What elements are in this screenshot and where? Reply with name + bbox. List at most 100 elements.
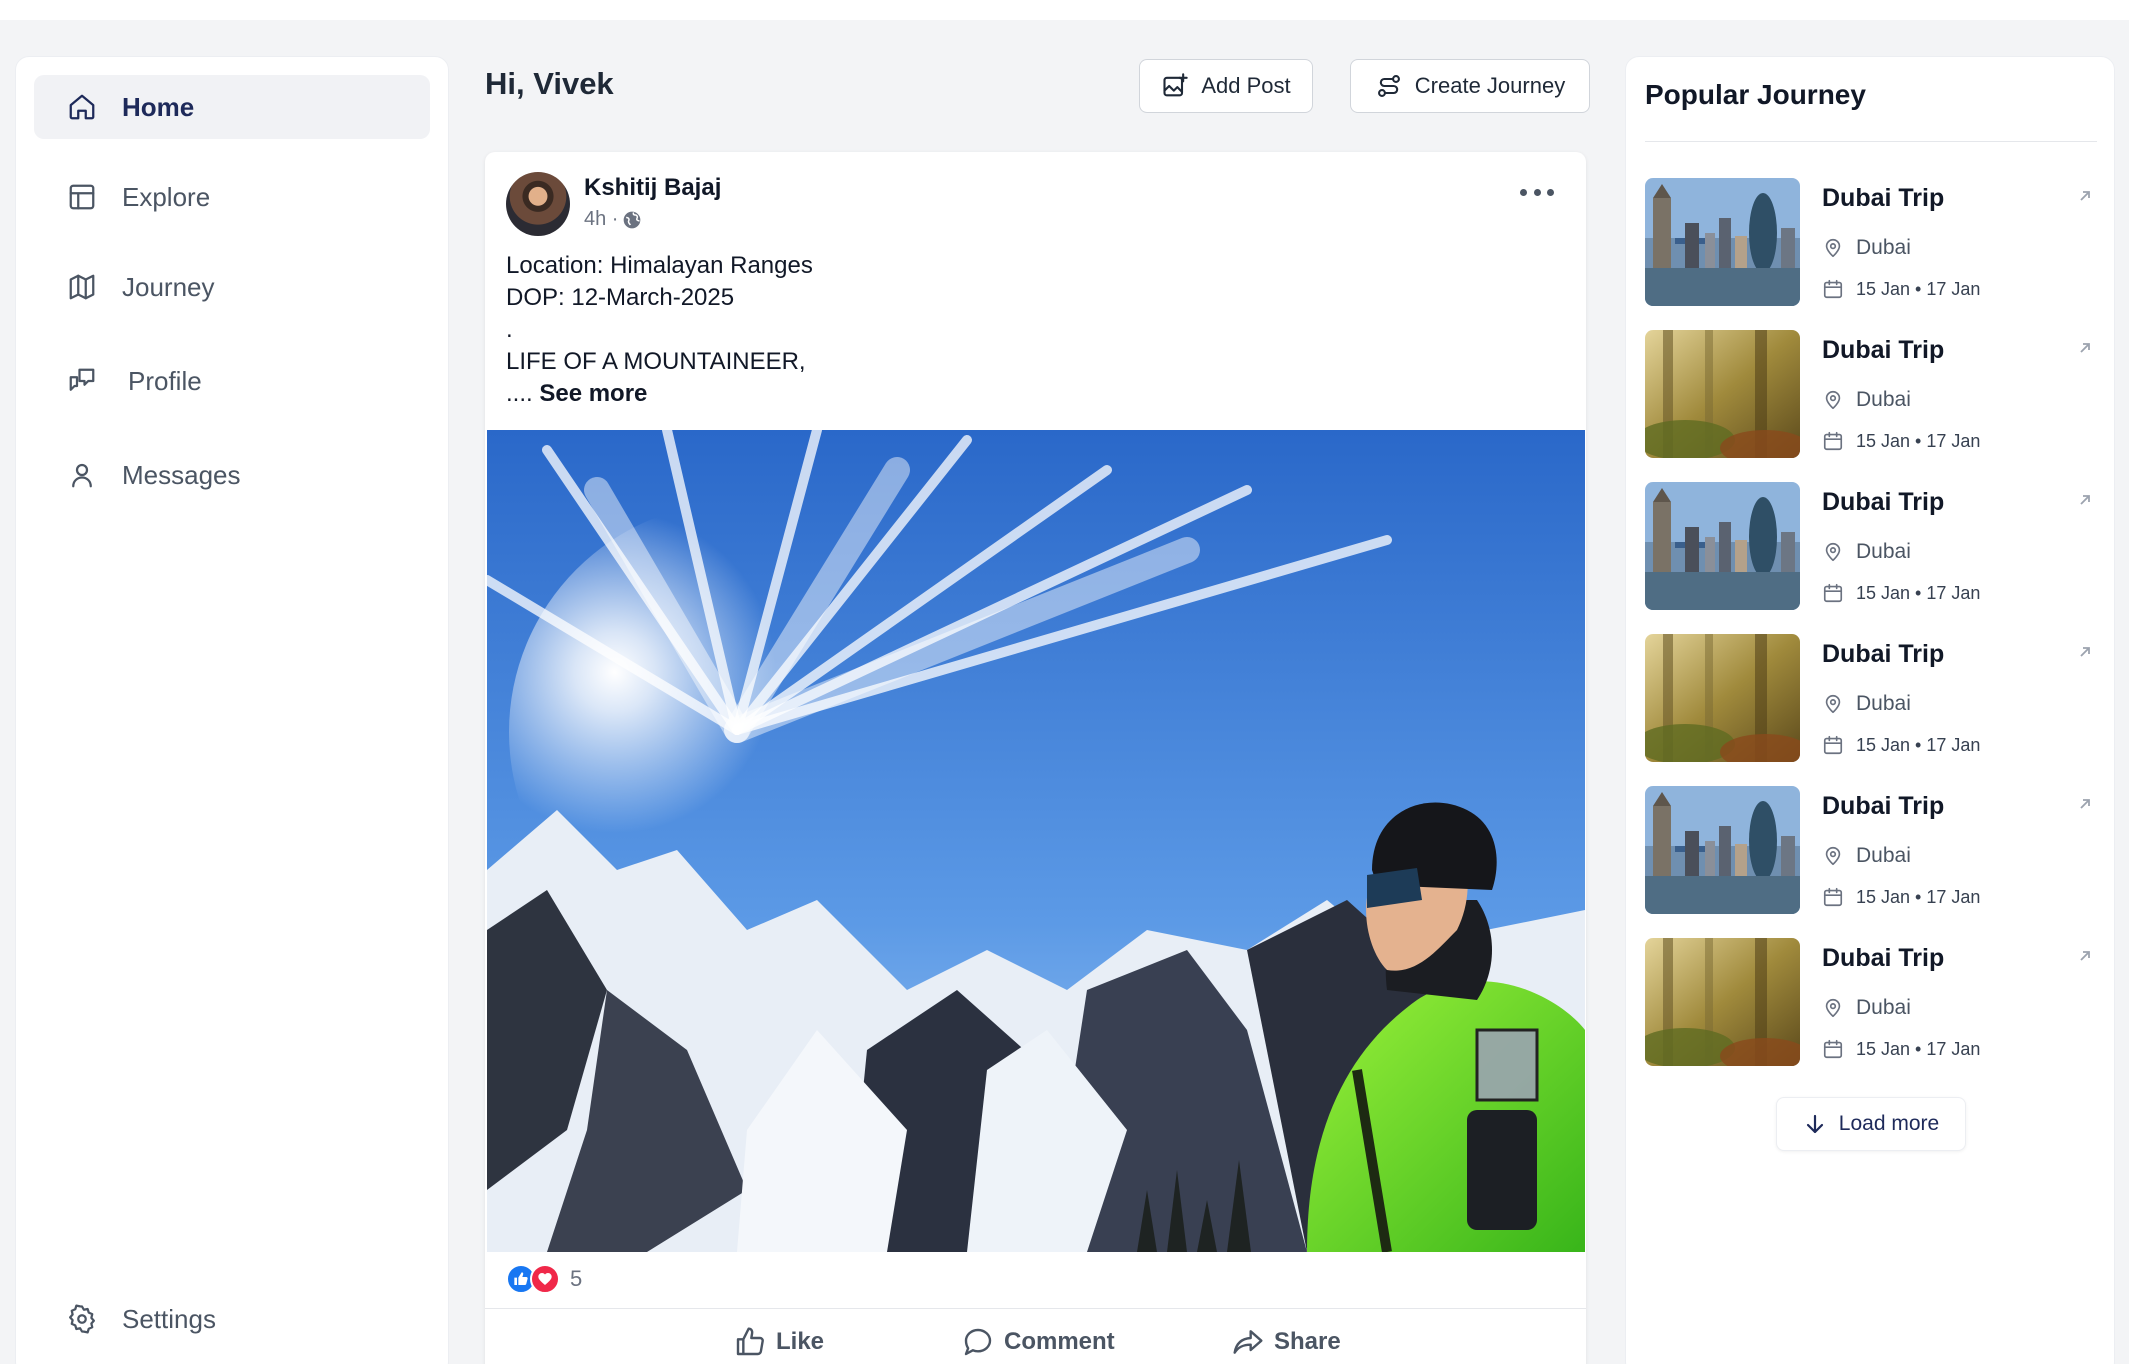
create-journey-button[interactable]: Create Journey [1350,59,1590,113]
like-button[interactable]: Like [734,1322,824,1362]
add-post-label: Add Post [1201,73,1291,98]
post-line: DOP: 12-March-2025 [506,284,735,311]
external-link-icon[interactable] [2077,188,2093,204]
sidebar-item-explore[interactable]: Explore [34,165,430,229]
sidebar-item-label: Messages [122,459,241,490]
external-link-icon[interactable] [2077,340,2093,356]
location-pin-icon [1825,390,1841,410]
journey-dates-text: 15 Jan • 17 Jan [1856,278,1981,299]
like-label: Like [776,1328,825,1355]
post-line: Location: Himalayan Ranges [506,252,813,279]
post-author[interactable]: Kshitij Bajaj [584,174,721,202]
reactions-summary[interactable]: 5 [506,1264,582,1294]
journey-dates-text: 15 Jan • 17 Jan [1856,582,1981,603]
calendar-icon [1823,887,1843,907]
journey-dates-text: 15 Jan • 17 Jan [1856,430,1981,451]
location-pin-icon [1825,846,1841,866]
journey-dates: 15 Jan • 17 Jan [1822,278,1980,300]
load-more-label: Load more [1838,1112,1940,1135]
journey-dates: 15 Jan • 17 Jan [1822,734,1980,756]
journey-thumbnail [1645,330,1800,458]
chat-icon [66,365,98,397]
journey-thumbnail [1645,482,1800,610]
journey-title: Dubai Trip [1822,640,1945,668]
journey-location: Dubai [1822,236,1911,260]
journey-dates: 15 Jan • 17 Jan [1822,1038,1980,1060]
calendar-icon [1823,735,1843,755]
sidebar-item-home[interactable]: Home [34,75,430,139]
journey-title: Dubai Trip [1822,336,1945,364]
journey-title: Dubai Trip [1822,184,1945,212]
layout-icon [66,181,98,213]
journey-dates: 15 Jan • 17 Jan [1822,430,1980,452]
share-button[interactable]: Share [1232,1322,1341,1362]
avatar[interactable] [506,172,570,236]
journey-item[interactable]: Dubai Trip Dubai 15 Jan • 17 Jan [1645,330,2097,458]
journey-item[interactable]: Dubai Trip Dubai 15 Jan • 17 Jan [1645,634,2097,762]
see-more-link[interactable]: See more [539,380,647,407]
sidebar-item-messages[interactable]: Messages [34,443,430,507]
calendar-icon [1823,1039,1843,1059]
calendar-icon [1823,431,1843,451]
external-link-icon[interactable] [2077,948,2093,964]
comment-label: Comment [1004,1328,1115,1355]
post-time: 4h · [584,208,619,230]
divider [1645,141,2097,142]
journey-thumbnail [1645,786,1800,914]
share-icon [1233,1330,1263,1354]
calendar-icon [1823,279,1843,299]
journey-location: Dubai [1822,540,1911,564]
top-bar [0,0,2129,20]
journey-location-text: Dubai [1856,844,1911,867]
love-reaction-icon [530,1264,560,1294]
journey-item[interactable]: Dubai Trip Dubai 15 Jan • 17 Jan [1645,938,2097,1066]
load-more-button[interactable]: Load more [1776,1097,1966,1151]
user-icon [66,459,98,491]
panel-title: Popular Journey [1645,79,1866,110]
journey-item[interactable]: Dubai Trip Dubai 15 Jan • 17 Jan [1645,482,2097,610]
location-pin-icon [1825,998,1841,1018]
journey-item[interactable]: Dubai Trip Dubai 15 Jan • 17 Jan [1645,786,2097,914]
sidebar-item-journey[interactable]: Journey [34,255,430,319]
location-pin-icon [1825,238,1841,258]
journey-location: Dubai [1822,844,1911,868]
comment-button[interactable]: Comment [962,1322,1115,1362]
post-line-more: .... See more [506,378,813,410]
sidebar-item-label: Explore [122,181,211,212]
journey-location-text: Dubai [1856,236,1911,259]
gear-icon [66,1303,98,1335]
external-link-icon[interactable] [2077,644,2093,660]
image-add-icon [1163,73,1189,97]
more-options-icon[interactable] [1520,182,1554,202]
thumbs-up-icon [736,1327,764,1356]
journey-dates-text: 15 Jan • 17 Jan [1856,1038,1981,1059]
journey-location-text: Dubai [1856,540,1911,563]
ellipsis-text: .... [506,380,533,407]
sidebar-item-profile[interactable]: Profile [34,349,430,413]
external-link-icon[interactable] [2077,492,2093,508]
divider [485,1308,1586,1309]
route-icon [1377,75,1400,97]
sidebar-item-settings[interactable]: Settings [34,1287,430,1351]
home-icon [66,91,98,123]
create-journey-label: Create Journey [1414,73,1566,98]
share-label: Share [1274,1328,1341,1355]
journey-thumbnail [1645,178,1800,306]
journey-dates-text: 15 Jan • 17 Jan [1856,734,1981,755]
external-link-icon[interactable] [2077,796,2093,812]
map-icon [66,271,98,303]
location-pin-icon [1825,542,1841,562]
journey-thumbnail [1645,634,1800,762]
post-photo[interactable] [487,430,1585,1252]
journey-location: Dubai [1822,388,1911,412]
journey-title: Dubai Trip [1822,944,1945,972]
add-post-button[interactable]: Add Post [1139,59,1313,113]
journey-item[interactable]: Dubai Trip Dubai 15 Jan • 17 Jan [1645,178,2097,306]
journey-location: Dubai [1822,996,1911,1020]
journey-location: Dubai [1822,692,1911,716]
journey-dates: 15 Jan • 17 Jan [1822,886,1980,908]
journey-dates: 15 Jan • 17 Jan [1822,582,1980,604]
post-body: Location: Himalayan Ranges DOP: 12-March… [506,250,813,410]
sidebar-item-label: Profile [128,365,202,396]
popular-journey-panel: Popular Journey Dubai Trip Dubai 15 Jan … [1625,56,2115,1364]
